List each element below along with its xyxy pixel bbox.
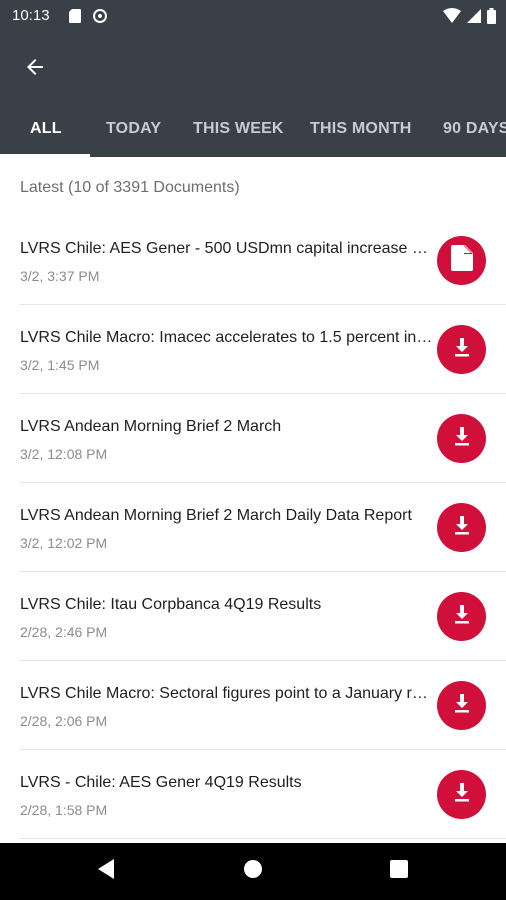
tab-indicator <box>0 154 90 157</box>
back-triangle-icon <box>96 858 116 885</box>
signal-icon <box>467 8 481 29</box>
nav-home-button[interactable] <box>223 843 283 900</box>
download-button[interactable] <box>437 414 486 463</box>
download-icon <box>450 602 474 631</box>
tab-bar: ALL TODAY THIS WEEK THIS MONTH 90 DAYS <box>0 107 506 157</box>
item-title: LVRS Chile: AES Gener - 500 USDmn capita… <box>20 240 434 257</box>
tab-all[interactable]: ALL <box>30 107 62 157</box>
item-time: 3/2, 1:45 PM <box>20 357 100 373</box>
nav-back-button[interactable] <box>76 843 136 900</box>
download-button[interactable] <box>437 770 486 819</box>
download-icon <box>450 691 474 720</box>
tab-90-days[interactable]: 90 DAYS <box>443 107 506 157</box>
document-icon <box>450 245 473 276</box>
nav-recents-button[interactable] <box>369 843 429 900</box>
download-button[interactable] <box>437 681 486 730</box>
list-item[interactable]: LVRS - Chile: AES Gener 4Q19 Results 2/2… <box>20 750 506 839</box>
item-time: 2/28, 2:06 PM <box>20 713 108 729</box>
sync-icon <box>92 8 108 29</box>
recents-square-icon <box>390 860 408 883</box>
item-time: 2/28, 1:58 PM <box>20 802 108 818</box>
sd-card-icon <box>68 8 82 29</box>
item-time: 3/2, 12:08 PM <box>20 446 108 462</box>
list-item[interactable]: LVRS Chile Macro: Sectoral figures point… <box>20 661 506 750</box>
download-button[interactable] <box>437 592 486 641</box>
list-item[interactable]: LVRS Chile Macro: Imacec accelerates to … <box>20 305 506 394</box>
list-item[interactable]: LVRS Andean Morning Brief 2 March Daily … <box>20 483 506 572</box>
item-time: 2/28, 2:46 PM <box>20 624 108 640</box>
status-right-icons <box>443 8 496 29</box>
app-bar: ALL TODAY THIS WEEK THIS MONTH 90 DAYS <box>0 34 506 157</box>
back-button[interactable] <box>16 50 54 88</box>
open-document-button[interactable] <box>437 236 486 285</box>
battery-icon <box>487 8 496 29</box>
list-item[interactable]: LVRS Chile: AES Gener - 500 USDmn capita… <box>20 216 506 305</box>
system-nav-bar <box>0 843 506 900</box>
status-time: 10:13 <box>12 7 50 24</box>
tab-this-week[interactable]: THIS WEEK <box>193 107 284 157</box>
status-bar: 10:13 <box>0 0 506 34</box>
download-icon <box>450 780 474 809</box>
download-button[interactable] <box>437 325 486 374</box>
download-icon <box>450 513 474 542</box>
item-title: LVRS Chile Macro: Sectoral figures point… <box>20 685 434 702</box>
item-time: 3/2, 12:02 PM <box>20 535 108 551</box>
download-button[interactable] <box>437 503 486 552</box>
item-title: LVRS Andean Morning Brief 2 March Daily … <box>20 507 412 524</box>
document-list: LVRS Chile: AES Gener - 500 USDmn capita… <box>0 216 506 839</box>
wifi-icon <box>443 8 461 29</box>
item-title: LVRS Chile: Itau Corpbanca 4Q19 Results <box>20 596 322 613</box>
tab-today[interactable]: TODAY <box>106 107 161 157</box>
home-circle-icon <box>243 859 263 884</box>
item-title: LVRS Chile Macro: Imacec accelerates to … <box>20 329 434 346</box>
item-title: LVRS Andean Morning Brief 2 March <box>20 418 282 435</box>
download-icon <box>450 335 474 364</box>
item-time: 3/2, 3:37 PM <box>20 268 100 284</box>
list-item[interactable]: LVRS Chile: Itau Corpbanca 4Q19 Results … <box>20 572 506 661</box>
list-item[interactable]: LVRS Andean Morning Brief 2 March 3/2, 1… <box>20 394 506 483</box>
list-header: Latest (10 of 3391 Documents) <box>20 179 240 196</box>
tab-this-month[interactable]: THIS MONTH <box>310 107 412 157</box>
status-left-icons <box>68 8 108 29</box>
download-icon <box>450 424 474 453</box>
item-title: LVRS - Chile: AES Gener 4Q19 Results <box>20 774 302 791</box>
arrow-left-icon <box>23 55 47 84</box>
